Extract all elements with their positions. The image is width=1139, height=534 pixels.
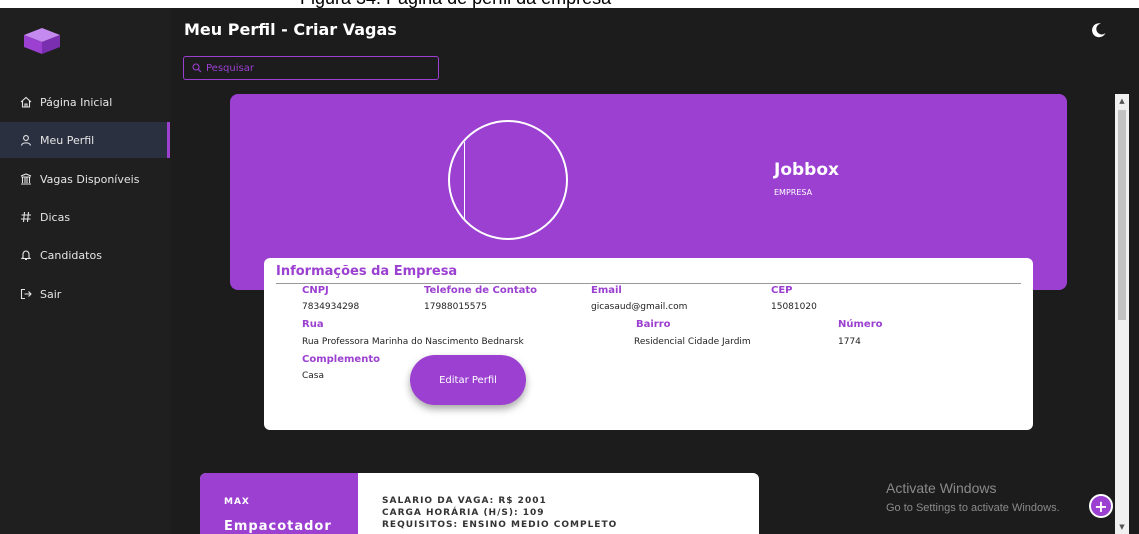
complement-label: Complemento bbox=[302, 354, 380, 365]
main-content: Jobbox EMPRESA Informações da Empresa CN… bbox=[170, 84, 1115, 534]
figure-caption: Figura 34: Página de perfil da empresa bbox=[0, 0, 1139, 8]
sidebar-item-label: Meu Perfil bbox=[40, 133, 95, 147]
sidebar-item-candidates[interactable]: Candidatos bbox=[0, 237, 170, 273]
search-input[interactable]: Pesquisar bbox=[183, 56, 439, 80]
cnpj-value: 7834934298 bbox=[302, 302, 360, 312]
avatar-divider bbox=[464, 142, 465, 220]
page-title: Meu Perfil - Criar Vagas bbox=[184, 20, 397, 39]
logout-icon bbox=[20, 288, 32, 300]
bell-icon bbox=[20, 249, 32, 261]
scroll-thumb[interactable] bbox=[1118, 110, 1126, 320]
activation-watermark-title: Activate Windows bbox=[886, 480, 997, 496]
activation-watermark-subtitle: Go to Settings to activate Windows. bbox=[886, 502, 1060, 514]
sidebar-item-label: Página Inicial bbox=[40, 95, 113, 109]
phone-value: 17988015575 bbox=[424, 302, 487, 312]
figure-caption-text: Figura 34: Página de perfil da empresa bbox=[300, 0, 611, 8]
street-value: Rua Professora Marinha do Nascimento Bed… bbox=[302, 337, 524, 347]
email-label: Email bbox=[591, 285, 622, 296]
moon-icon[interactable] bbox=[1091, 22, 1107, 38]
job-card[interactable]: MAX Empacotador SALARIO DA VAGA: R$ 2001… bbox=[200, 473, 759, 534]
company-type: EMPRESA bbox=[774, 188, 813, 197]
add-job-button[interactable]: + bbox=[1089, 494, 1113, 518]
scrollbar[interactable]: ▲ ▼ bbox=[1115, 94, 1129, 534]
cep-value: 15081020 bbox=[771, 302, 817, 312]
columns-icon bbox=[20, 173, 32, 185]
job-company: MAX bbox=[224, 497, 250, 507]
sidebar-item-profile[interactable]: Meu Perfil bbox=[0, 122, 170, 158]
job-hours: CARGA HORÁRIA (H/S): 109 bbox=[382, 508, 545, 518]
sidebar-item-logout[interactable]: Sair bbox=[0, 276, 170, 312]
job-title: Empacotador bbox=[224, 519, 332, 534]
street-label: Rua bbox=[302, 319, 324, 330]
edit-profile-button[interactable]: Editar Perfil bbox=[410, 355, 526, 405]
complement-value: Casa bbox=[302, 371, 325, 381]
sidebar-item-tips[interactable]: Dicas bbox=[0, 199, 170, 235]
box-logo-icon[interactable] bbox=[22, 26, 62, 56]
sidebar: Página Inicial Meu Perfil Vagas Disponív… bbox=[0, 8, 170, 534]
district-label: Bairro bbox=[636, 319, 671, 330]
job-requirements: REQUISITOS: ENSINO MEDIO COMPLETO bbox=[382, 520, 618, 530]
hash-icon bbox=[20, 211, 32, 223]
cep-label: CEP bbox=[771, 285, 793, 296]
email-value: gicasaud@gmail.com bbox=[591, 302, 688, 312]
plus-icon: + bbox=[1094, 496, 1108, 516]
scroll-down-icon[interactable]: ▼ bbox=[1115, 520, 1129, 534]
home-icon bbox=[20, 96, 32, 108]
top-bar: Meu Perfil - Criar Vagas Pesquisar bbox=[170, 8, 1139, 84]
sidebar-item-label: Candidatos bbox=[40, 248, 102, 262]
search-placeholder: Pesquisar bbox=[206, 62, 254, 74]
divider bbox=[276, 283, 1021, 284]
scroll-up-icon[interactable]: ▲ bbox=[1115, 94, 1129, 108]
info-title: Informações da Empresa bbox=[276, 264, 458, 279]
sidebar-item-label: Sair bbox=[40, 287, 62, 301]
sidebar-item-label: Vagas Disponíveis bbox=[40, 172, 140, 186]
cnpj-label: CNPJ bbox=[302, 285, 329, 296]
company-name: Jobbox bbox=[774, 160, 839, 180]
phone-label: Telefone de Contato bbox=[424, 285, 538, 296]
district-value: Residencial Cidade Jardim bbox=[634, 337, 751, 347]
number-label: Número bbox=[838, 319, 883, 330]
sidebar-item-label: Dicas bbox=[40, 210, 71, 224]
avatar[interactable] bbox=[448, 120, 568, 240]
number-value: 1774 bbox=[838, 337, 861, 347]
sidebar-item-home[interactable]: Página Inicial bbox=[0, 84, 170, 120]
job-salary: SALARIO DA VAGA: R$ 2001 bbox=[382, 496, 547, 506]
page: Figura 34: Página de perfil da empresa P… bbox=[0, 0, 1139, 534]
sidebar-item-jobs[interactable]: Vagas Disponíveis bbox=[0, 161, 170, 197]
job-card-header: MAX Empacotador bbox=[200, 473, 358, 534]
company-info-card: Informações da Empresa CNPJ 7834934298 T… bbox=[264, 258, 1033, 430]
user-icon bbox=[20, 134, 32, 146]
search-icon bbox=[192, 63, 202, 73]
